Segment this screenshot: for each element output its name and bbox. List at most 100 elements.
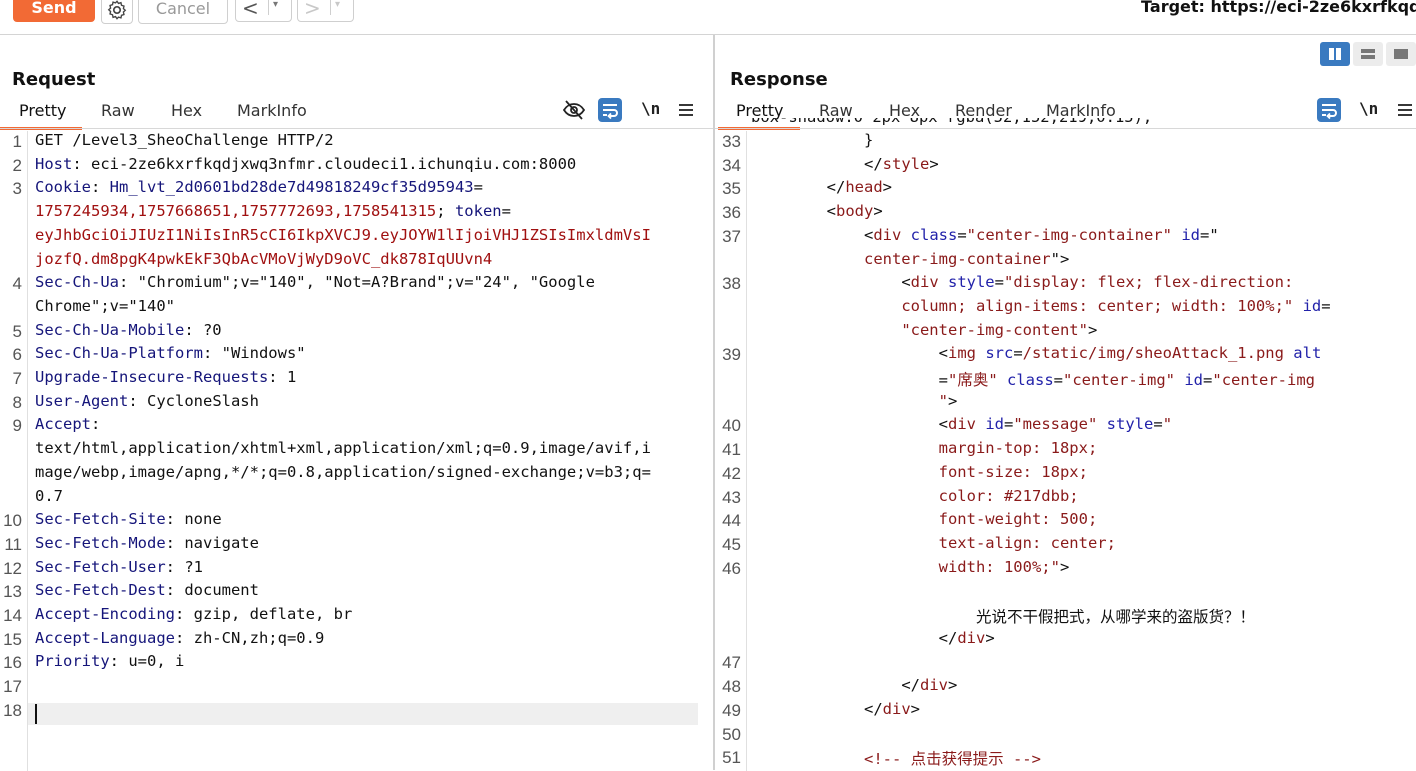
- layout-tabs-button[interactable]: [1386, 42, 1416, 66]
- code-token: : zh-CN,zh;q=0.9: [174, 628, 325, 647]
- code-token: =: [1003, 415, 1014, 434]
- code-line: <div style="display: flex; flex-directio…: [752, 273, 1293, 291]
- hide-eye-button[interactable]: [562, 98, 586, 122]
- line-number: 41: [722, 440, 741, 460]
- code-line: Sec-Fetch-Dest: document: [35, 581, 259, 599]
- code-token: Sec-Fetch-Dest: [35, 581, 166, 600]
- back-arrow-icon[interactable]: <: [242, 0, 259, 20]
- settings-button[interactable]: [101, 0, 133, 24]
- code-line: Sec-Fetch-Site: none: [35, 510, 222, 528]
- line-number: 8: [12, 392, 22, 412]
- code-line: font-weight: 500;: [752, 510, 1098, 528]
- code-token: User-Agent: [35, 391, 129, 410]
- code-token: ;: [436, 202, 455, 221]
- request-tab-raw[interactable]: Raw: [101, 101, 135, 120]
- code-token: : u=0, i: [109, 652, 185, 671]
- code-token: id: [985, 415, 1004, 434]
- back-button-group[interactable]: < ▾: [235, 0, 292, 22]
- line-number: 46: [722, 558, 741, 578]
- code-token: =: [1321, 296, 1331, 315]
- line-number: 7: [12, 369, 22, 388]
- code-token: token: [454, 202, 502, 221]
- code-line: width: 100%;">: [752, 557, 1070, 576]
- code-line: center-img-container">: [752, 250, 1069, 268]
- layout-side-by-side-button[interactable]: [1320, 42, 1350, 66]
- target-url[interactable]: Target: https://eci-2ze6kxrfkqdj: [1141, 0, 1416, 16]
- code-line: Sec-Ch-Ua: "Chromium";v="140", "Not=A?Br…: [35, 273, 595, 291]
- forward-button-group[interactable]: > ▾: [297, 0, 354, 22]
- code-token: div: [947, 415, 986, 434]
- columns-icon: [1329, 48, 1341, 60]
- code-token: Sec-Fetch-Mode: [35, 533, 166, 552]
- code-token: Sec-Ch-Ua: [35, 273, 119, 292]
- code-token: Chrome";v="140": [35, 296, 175, 315]
- code-token: :: [91, 178, 110, 197]
- code-token: class: [910, 225, 958, 244]
- code-token: =: [1203, 371, 1213, 389]
- code-token: =: [994, 273, 1004, 292]
- code-line: margin-top: 18px;: [752, 439, 1098, 457]
- code-token: div: [919, 676, 948, 695]
- code-line: ">: [752, 391, 958, 410]
- code-token: >: [882, 178, 892, 197]
- line-number: 35: [722, 179, 741, 199]
- request-tab-pretty[interactable]: Pretty: [19, 101, 66, 120]
- line-number: 50: [722, 724, 741, 744]
- code-token: id: [1181, 225, 1200, 244]
- code-token: >: [985, 628, 995, 647]
- code-token: >: [929, 154, 939, 173]
- code-token: >: [873, 202, 883, 221]
- code-line: <div class="center-img-container" id=": [752, 226, 1219, 244]
- request-menu-button[interactable]: [676, 98, 700, 122]
- code-token: <!-- 点击获得提示 -->: [863, 750, 1041, 769]
- code-token: eyJhbGciOiJIUzI1NiIsInR5cCI6IkpXVCJ9.eyJ…: [35, 225, 651, 244]
- code-token: src: [985, 344, 1014, 363]
- send-button[interactable]: Send: [13, 0, 95, 22]
- layout-stacked-button[interactable]: [1353, 42, 1383, 66]
- code-token: alt: [1293, 344, 1322, 363]
- code-token: "center-img-content": [901, 320, 1088, 339]
- code-token: div: [882, 699, 911, 718]
- code-token: =: [938, 371, 948, 389]
- line-number: 6: [12, 345, 22, 365]
- line-number: 37: [722, 226, 741, 246]
- request-tab-markinfo[interactable]: MarkInfo: [237, 101, 307, 120]
- line-number: 12: [3, 558, 22, 578]
- code-token: : "Chromium";v="140", "Not=A?Brand";v="2…: [119, 273, 595, 292]
- top-toolbar: Send Cancel < ▾ > ▾ Target: https://eci-…: [0, 0, 1416, 35]
- code-token: <: [938, 415, 948, 434]
- word-wrap-button[interactable]: [598, 98, 622, 122]
- request-tab-hex[interactable]: Hex: [171, 101, 202, 120]
- back-history-dropdown-icon[interactable]: ▾: [273, 0, 278, 10]
- code-line: text/html,application/xhtml+xml,applicat…: [35, 439, 651, 457]
- code-token: div: [910, 273, 948, 292]
- code-token: =: [501, 202, 511, 221]
- response-editor[interactable]: 33 } 34 </style> 35 </head> 36 <body> 37 <di…: [715, 131, 1416, 771]
- code-line: "center-img-content">: [752, 321, 1097, 339]
- code-line: text-align: center;: [752, 534, 1116, 552]
- code-token: >: [947, 391, 958, 410]
- code-token: <: [863, 225, 874, 244]
- code-token: </: [863, 699, 883, 718]
- code-token: style: [947, 273, 995, 292]
- forward-arrow-icon[interactable]: >: [304, 0, 321, 20]
- code-token: 0.7: [35, 486, 63, 505]
- forward-history-dropdown-icon[interactable]: ▾: [335, 0, 340, 10]
- code-token: Sec-Ch-Ua-Platform: [35, 344, 203, 363]
- code-line: <body>: [752, 202, 883, 220]
- code-token: text/html,application/xhtml+xml,applicat…: [35, 439, 651, 458]
- code-line: Accept-Language: zh-CN,zh;q=0.9: [35, 629, 324, 647]
- code-token: ": [938, 391, 948, 410]
- code-line: 光说不干假把式，从哪学来的盗版货？！: [752, 605, 1255, 627]
- single-pane-icon: [1394, 49, 1408, 59]
- code-token: : ?1: [165, 557, 203, 576]
- code-token: >: [1059, 557, 1070, 576]
- cancel-button[interactable]: Cancel: [138, 0, 228, 24]
- code-line: </style>: [752, 155, 939, 173]
- code-line: </div>: [752, 676, 957, 694]
- newline-toggle[interactable]: \n: [641, 99, 665, 123]
- code-token: : CycloneSlash: [128, 391, 259, 410]
- code-token: =: [1053, 371, 1064, 389]
